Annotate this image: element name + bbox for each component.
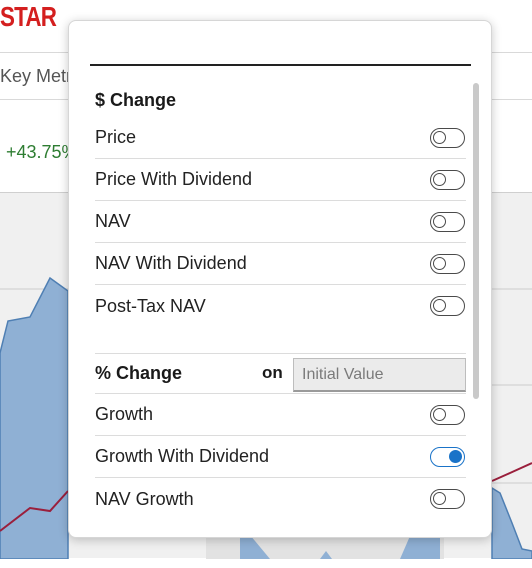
chart-area-right — [491, 486, 532, 559]
option-label: Post-Tax NAV — [95, 295, 206, 316]
initial-value-input[interactable] — [293, 358, 466, 392]
option-label: Price With Dividend — [95, 169, 253, 189]
toggle-knob — [449, 449, 462, 463]
nav-with-dividend-toggle[interactable] — [430, 253, 465, 274]
option-post-tax-nav[interactable]: Post-Tax NAV — [95, 285, 466, 327]
section-divider — [95, 327, 466, 354]
option-label: Price — [95, 127, 137, 147]
tab-key-metrics[interactable]: Key Metr — [0, 66, 72, 87]
toggle-knob — [433, 172, 446, 186]
toggle-knob — [433, 256, 446, 270]
nav-toggle[interactable] — [430, 211, 465, 232]
chart-line-right — [491, 462, 532, 482]
percent-change-heading: % Change — [95, 363, 183, 383]
option-label: NAV Growth — [95, 488, 194, 509]
toggle-knob — [433, 407, 446, 421]
panel-content: $ Change Price Price With Dividend NAV N… — [95, 83, 466, 520]
option-label: NAV With Dividend — [95, 253, 247, 273]
on-label: on — [262, 363, 283, 382]
price-toggle[interactable] — [430, 127, 465, 148]
option-price[interactable]: Price — [95, 117, 466, 159]
chart-options-panel: $ Change Price Price With Dividend NAV N… — [68, 20, 492, 538]
toggle-knob — [433, 214, 446, 228]
growth-with-dividend-toggle[interactable] — [430, 446, 465, 467]
option-label: NAV — [95, 211, 131, 231]
toggle-knob — [433, 130, 446, 144]
toggle-knob — [433, 492, 446, 505]
dollar-change-heading: $ Change — [95, 89, 177, 110]
growth-toggle[interactable] — [430, 404, 465, 425]
nav-growth-toggle[interactable] — [430, 489, 465, 509]
option-growth[interactable]: Growth — [95, 394, 466, 436]
option-nav[interactable]: NAV — [95, 201, 466, 243]
option-growth-with-dividend[interactable]: Growth With Dividend — [95, 436, 466, 478]
post-tax-nav-toggle[interactable] — [430, 296, 465, 316]
price-with-dividend-toggle[interactable] — [430, 169, 465, 190]
panel-scrollbar[interactable] — [473, 83, 479, 399]
option-nav-with-dividend[interactable]: NAV With Dividend — [95, 243, 466, 285]
option-label: Growth With Dividend — [95, 446, 270, 466]
option-price-with-dividend[interactable]: Price With Dividend — [95, 159, 466, 201]
percent-change-header: % Change on — [95, 354, 466, 394]
option-label: Growth — [95, 404, 154, 424]
return-change-value: +43.75% — [6, 142, 78, 162]
option-nav-growth[interactable]: NAV Growth — [95, 478, 466, 520]
chart-area-left — [0, 276, 69, 559]
brand-logo[interactable]: STAR — [0, 0, 57, 36]
toggle-knob — [433, 299, 446, 312]
panel-divider — [90, 64, 471, 66]
